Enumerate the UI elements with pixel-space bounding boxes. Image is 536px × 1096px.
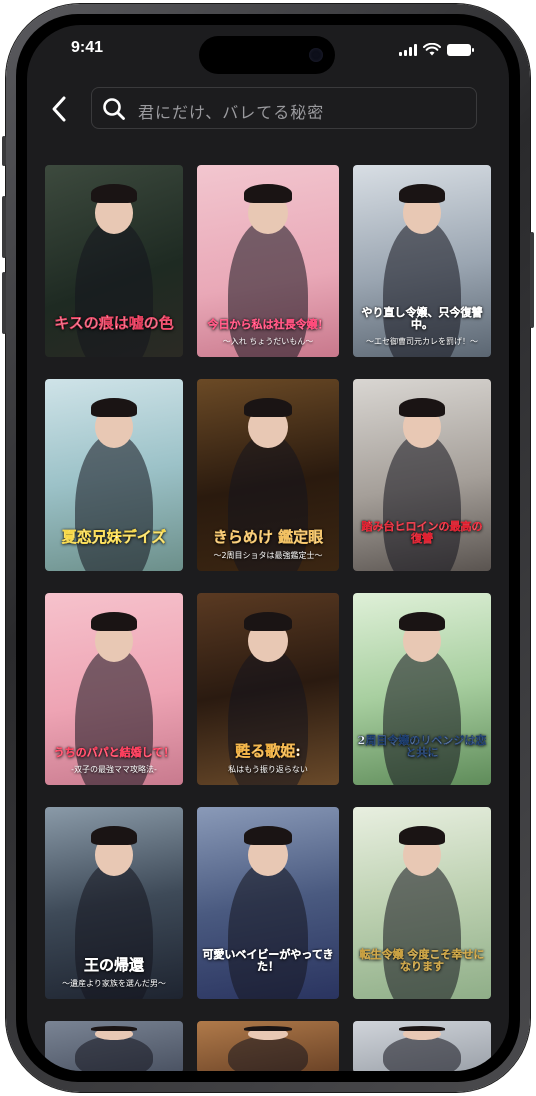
drama-title: 2周目令嬢のリベンジは恋と共に — [357, 733, 487, 759]
poster-figure — [228, 1035, 308, 1071]
poster-figure — [383, 860, 461, 999]
poster-hair — [90, 184, 138, 204]
search-header: 君にだけ、バレてる秘密 — [27, 83, 509, 135]
poster-hair — [90, 1026, 138, 1032]
drama-subtitle: ～エセ御曹司元カレを罰げ！～ — [366, 337, 478, 346]
drama-title: キスの痕は嘘の色 — [54, 313, 174, 332]
drama-title: うちのパパと結婚して！ — [53, 745, 175, 759]
status-time: 9:41 — [71, 39, 104, 56]
silent-switch — [2, 136, 6, 166]
poster-hair — [243, 184, 293, 204]
poster-figure — [228, 860, 308, 999]
drama-card[interactable]: 今日から私は社長令嬢！ ～入れ ちょうだいもん～ — [197, 165, 339, 357]
drama-subtitle: ～遺産より家族を選んだ男～ — [62, 979, 166, 988]
drama-card[interactable] — [353, 1021, 491, 1071]
poster-figure — [75, 432, 153, 571]
drama-title: 踏み台ヒロインの最高の復讐 — [361, 519, 483, 545]
poster-hair — [243, 398, 293, 418]
drama-title: 可愛いベイビーがやってきた！ — [202, 947, 334, 973]
poster-hair — [243, 612, 293, 632]
drama-card[interactable]: やり直し令嬢、只今復讐中。 ～エセ御曹司元カレを罰げ！～ — [353, 165, 491, 357]
poster-hair — [90, 826, 138, 846]
poster-hair — [243, 1026, 293, 1032]
drama-title: やり直し令嬢、只今復讐中。 — [361, 305, 483, 331]
poster-hair — [243, 826, 293, 846]
drama-title: 王の帰還 — [83, 955, 144, 974]
drama-card[interactable]: 夏恋兄妹デイズ — [45, 379, 183, 571]
drama-subtitle: ～2周目ショタは最強鑑定士～ — [213, 551, 323, 560]
search-icon — [103, 98, 125, 120]
poster-figure — [75, 218, 153, 357]
drama-subtitle: 私はもう振り返らない — [228, 765, 308, 774]
poster-hair — [398, 1026, 446, 1032]
drama-card[interactable]: 可愛いベイビーがやってきた！ — [197, 807, 339, 999]
wifi-icon — [423, 43, 441, 56]
camera-icon — [309, 48, 323, 62]
drama-title: きらめけ 鑑定眼 — [212, 527, 324, 546]
poster-figure — [75, 1035, 153, 1071]
drama-card[interactable]: 甦る歌姫: 私はもう振り返らない — [197, 593, 339, 785]
poster-hair — [398, 398, 446, 418]
volume-up-button — [2, 196, 6, 258]
drama-card[interactable]: 踏み台ヒロインの最高の復讐 — [353, 379, 491, 571]
drama-card[interactable]: 2周目令嬢のリベンジは恋と共に — [353, 593, 491, 785]
poster-hair — [398, 612, 446, 632]
drama-grid: キスの痕は嘘の色 今日から私は社長令嬢！ ～入れ ちょうだいもん～ やり直し令嬢、只今… — [45, 165, 491, 1071]
poster-hair — [398, 184, 446, 204]
screen: 9:41 君にだけ、バレてる秘密 キスの痕は嘘の色 今日から私は社長令嬢！ ～入… — [27, 25, 509, 1071]
battery-icon — [447, 43, 474, 56]
drama-title: 甦る歌姫: — [235, 741, 301, 760]
drama-subtitle: -双子の最強ママ攻略法- — [71, 765, 157, 774]
dynamic-island — [199, 36, 335, 74]
drama-title: 夏恋兄妹デイズ — [61, 527, 167, 546]
poster-hair — [398, 826, 446, 846]
poster-figure — [383, 1035, 461, 1071]
poster-hair — [90, 612, 138, 632]
search-query-text: 君にだけ、バレてる秘密 — [138, 103, 325, 122]
status-icons — [399, 43, 474, 56]
search-input[interactable]: 君にだけ、バレてる秘密 — [91, 87, 477, 129]
poster-figure — [383, 432, 461, 571]
poster-figure — [383, 646, 461, 785]
power-button — [530, 232, 534, 328]
drama-title: 転生令嬢 今度こそ幸せになります — [359, 947, 485, 973]
chevron-left-icon — [52, 96, 66, 122]
poster-hair — [90, 398, 138, 418]
status-bar: 9:41 — [27, 25, 509, 77]
drama-card[interactable]: うちのパパと結婚して！ -双子の最強ママ攻略法- — [45, 593, 183, 785]
drama-card[interactable]: 王の帰還 ～遺産より家族を選んだ男～ — [45, 807, 183, 999]
drama-subtitle: ～入れ ちょうだいもん～ — [222, 337, 314, 346]
drama-card[interactable] — [197, 1021, 339, 1071]
drama-card[interactable]: 転生令嬢 今度こそ幸せになります — [353, 807, 491, 999]
volume-down-button — [2, 272, 6, 334]
drama-title: 今日から私は社長令嬢！ — [207, 317, 329, 331]
back-button[interactable] — [43, 89, 75, 129]
drama-card[interactable]: きらめけ 鑑定眼 ～2周目ショタは最強鑑定士～ — [197, 379, 339, 571]
cellular-signal-icon — [399, 43, 417, 56]
drama-card[interactable] — [45, 1021, 183, 1071]
drama-card[interactable]: キスの痕は嘘の色 — [45, 165, 183, 357]
